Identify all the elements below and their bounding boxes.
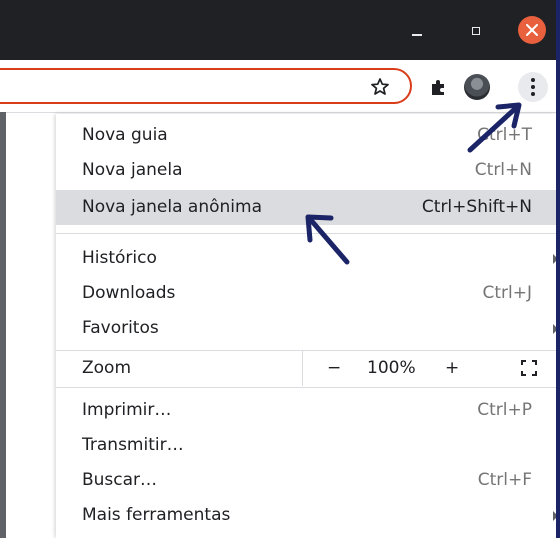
menu-item-historico[interactable]: Histórico xyxy=(56,241,556,276)
chrome-menu: Nova guia Ctrl+T Nova janela Ctrl+N Nova… xyxy=(56,114,556,538)
zoom-in-button[interactable]: + xyxy=(445,358,459,378)
zoom-controls: − 100% + xyxy=(302,350,556,386)
restore-button[interactable] xyxy=(463,18,489,44)
submenu-arrow-icon xyxy=(553,324,556,334)
menu-item-mais-ferramentas[interactable]: Mais ferramentas xyxy=(56,498,556,533)
title-bar xyxy=(0,0,556,60)
menu-item-favoritos[interactable]: Favoritos xyxy=(56,311,556,346)
menu-item-buscar[interactable]: Buscar… Ctrl+F xyxy=(56,463,556,498)
submenu-arrow-icon xyxy=(553,254,556,264)
menu-item-nova-guia[interactable]: Nova guia Ctrl+T xyxy=(56,118,556,153)
menu-item-nova-janela[interactable]: Nova janela Ctrl+N xyxy=(56,153,556,188)
menu-item-downloads[interactable]: Downloads Ctrl+J xyxy=(56,276,556,311)
menu-separator xyxy=(56,387,556,388)
menu-item-imprimir[interactable]: Imprimir… Ctrl+P xyxy=(56,393,556,428)
close-icon xyxy=(526,24,538,36)
star-icon[interactable] xyxy=(370,77,390,97)
toolbar xyxy=(0,60,556,113)
address-bar[interactable] xyxy=(0,68,412,104)
restore-icon xyxy=(472,27,480,35)
submenu-arrow-icon xyxy=(553,511,556,521)
puzzle-icon[interactable] xyxy=(429,77,449,97)
chrome-menu-button[interactable] xyxy=(518,72,548,102)
minimize-icon xyxy=(412,34,422,36)
zoom-label: Zoom xyxy=(82,358,132,378)
fullscreen-icon[interactable] xyxy=(521,360,537,376)
browser-window: Nova guia Ctrl+T Nova janela Ctrl+N Nova… xyxy=(0,0,556,538)
menu-separator xyxy=(56,233,556,234)
zoom-out-button[interactable]: − xyxy=(327,358,341,378)
menu-item-transmitir[interactable]: Transmitir… xyxy=(56,428,556,463)
three-dots-vertical-icon xyxy=(531,78,535,82)
page-content-edge xyxy=(0,112,6,538)
profile-avatar[interactable] xyxy=(464,74,490,100)
zoom-row: Zoom − 100% + xyxy=(56,350,556,386)
minimize-button[interactable] xyxy=(404,18,430,44)
menu-item-nova-janela-anonima[interactable]: Nova janela anônima Ctrl+Shift+N xyxy=(56,190,556,225)
zoom-level: 100% xyxy=(367,358,416,378)
close-button[interactable] xyxy=(518,16,546,44)
